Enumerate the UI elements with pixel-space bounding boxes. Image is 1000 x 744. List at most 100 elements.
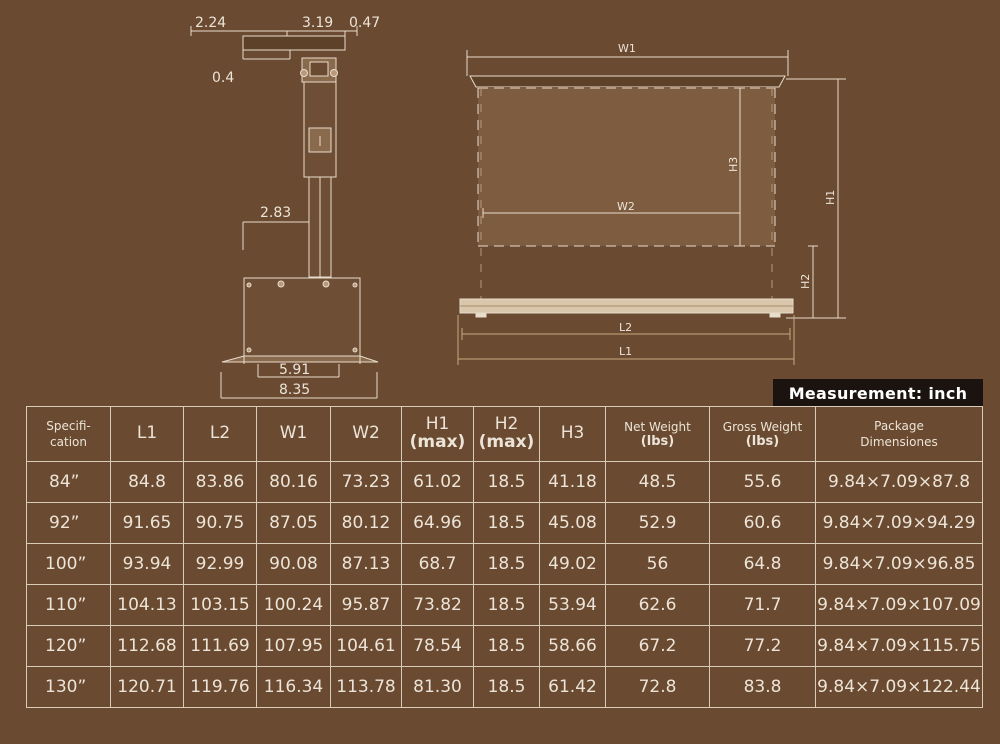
label-w2: W2 [617,200,635,213]
cell-w1: 116.34 [256,666,331,708]
cell-h1: 61.02 [401,461,474,503]
cell-h3: 49.02 [539,543,606,585]
cell-gross-weight: 83.8 [709,666,816,708]
cell-l1: 104.13 [110,584,184,626]
cell-w1: 90.08 [256,543,331,585]
header-h3: H3 [539,406,606,462]
header-h1-max: H1 (max) [401,406,474,462]
cell-gross-weight: 71.7 [709,584,816,626]
spec-table-body: 84” 84.8 83.86 80.16 73.23 61.02 18.5 41… [26,461,983,708]
label-w1: W1 [618,42,636,55]
cell-package: 9.84×7.09×94.29 [815,502,983,544]
header-gross-weight: Gross Weight (lbs) [709,406,816,462]
cell-w2: 95.87 [330,584,402,626]
cell-w2: 80.12 [330,502,402,544]
cell-size: 120” [26,625,111,667]
cell-l2: 111.69 [183,625,257,667]
label-h2: H2 [799,274,812,289]
spec-table: Specifi- cation L1 L2 W1 W2 H1 (max) H2 … [26,406,983,708]
dim-2-24: 2.24 [195,15,226,31]
measurement-unit-badge: Measurement: inch [773,379,983,407]
cell-net-weight: 67.2 [605,625,710,667]
header-h2-line2: (max) [478,432,535,452]
cell-gross-weight: 77.2 [709,625,816,667]
header-h2-max: H2 (max) [473,406,540,462]
cell-package: 9.84×7.09×87.8 [815,461,983,503]
dimension-diagram: 2.24 3.19 0.47 0.4 2.83 5.91 8.35 W1 W2 … [190,15,846,399]
header-spec-line2: cation [50,435,87,449]
spec-table-wrapper: Specifi- cation L1 L2 W1 W2 H1 (max) H2 … [26,406,983,708]
header-gross-weight-line2: (lbs) [745,434,780,450]
label-h1: H1 [824,190,837,205]
cell-net-weight: 72.8 [605,666,710,708]
cell-gross-weight: 60.6 [709,502,816,544]
cell-gross-weight: 64.8 [709,543,816,585]
cell-l2: 119.76 [183,666,257,708]
cell-w2: 87.13 [330,543,402,585]
cell-w2: 104.61 [330,625,402,667]
cell-w1: 80.16 [256,461,331,503]
header-net-weight: Net Weight (lbs) [605,406,710,462]
cell-h1: 81.30 [401,666,474,708]
cell-size: 92” [26,502,111,544]
header-net-weight-line2: (lbs) [640,434,675,450]
cell-h2: 18.5 [473,666,540,708]
cell-l1: 120.71 [110,666,184,708]
cell-h1: 64.96 [401,502,474,544]
table-row: 120” 112.68 111.69 107.95 104.61 78.54 1… [26,625,983,667]
cell-h3: 45.08 [539,502,606,544]
cell-l2: 83.86 [183,461,257,503]
header-h1-line2: (max) [409,432,466,452]
header-row: Specifi- cation L1 L2 W1 W2 H1 (max) H2 … [26,406,983,462]
cell-h2: 18.5 [473,584,540,626]
cell-h2: 18.5 [473,625,540,667]
cell-package: 9.84×7.09×107.09 [815,584,983,626]
cell-w2: 73.23 [330,461,402,503]
table-row: 130” 120.71 119.76 116.34 113.78 81.30 1… [26,666,983,708]
cell-l2: 103.15 [183,584,257,626]
cell-l1: 112.68 [110,625,184,667]
front-view [457,50,846,365]
cell-l1: 93.94 [110,543,184,585]
label-l1: L1 [619,345,632,358]
header-package-line2: Dimensiones [860,435,938,449]
table-row: 84” 84.8 83.86 80.16 73.23 61.02 18.5 41… [26,461,983,503]
cell-h2: 18.5 [473,461,540,503]
label-l2: L2 [619,321,632,334]
label-h3: H3 [727,157,740,172]
cell-gross-weight: 55.6 [709,461,816,503]
cell-l1: 84.8 [110,461,184,503]
cell-w2: 113.78 [330,666,402,708]
cell-h1: 78.54 [401,625,474,667]
header-spec-line1: Specifi- [46,418,91,433]
cell-l1: 91.65 [110,502,184,544]
cell-h2: 18.5 [473,543,540,585]
cell-size: 84” [26,461,111,503]
header-net-weight-line1: Net Weight [624,420,691,435]
cell-package: 9.84×7.09×96.85 [815,543,983,585]
cell-size: 130” [26,666,111,708]
cell-net-weight: 52.9 [605,502,710,544]
cell-h3: 58.66 [539,625,606,667]
header-w1: W1 [256,406,331,462]
cell-l2: 90.75 [183,502,257,544]
header-l2: L2 [183,406,257,462]
dim-5-91: 5.91 [279,362,310,378]
cell-h1: 73.82 [401,584,474,626]
header-package-dimensions: Package Dimensiones [815,406,983,462]
header-gross-weight-line1: Gross Weight [722,420,803,435]
header-l1: L1 [110,406,184,462]
dim-0-4: 0.4 [212,70,234,86]
cell-net-weight: 56 [605,543,710,585]
cell-w1: 100.24 [256,584,331,626]
cell-h2: 18.5 [473,502,540,544]
table-row: 92” 91.65 90.75 87.05 80.12 64.96 18.5 4… [26,502,983,544]
cell-h3: 61.42 [539,666,606,708]
dim-0-47: 0.47 [349,15,380,31]
cell-net-weight: 62.6 [605,584,710,626]
table-row: 110” 104.13 103.15 100.24 95.87 73.82 18… [26,584,983,626]
cell-h3: 53.94 [539,584,606,626]
header-package-line1: Package [874,418,924,433]
cell-package: 9.84×7.09×122.44 [815,666,983,708]
header-specification: Specifi- cation [26,406,111,462]
